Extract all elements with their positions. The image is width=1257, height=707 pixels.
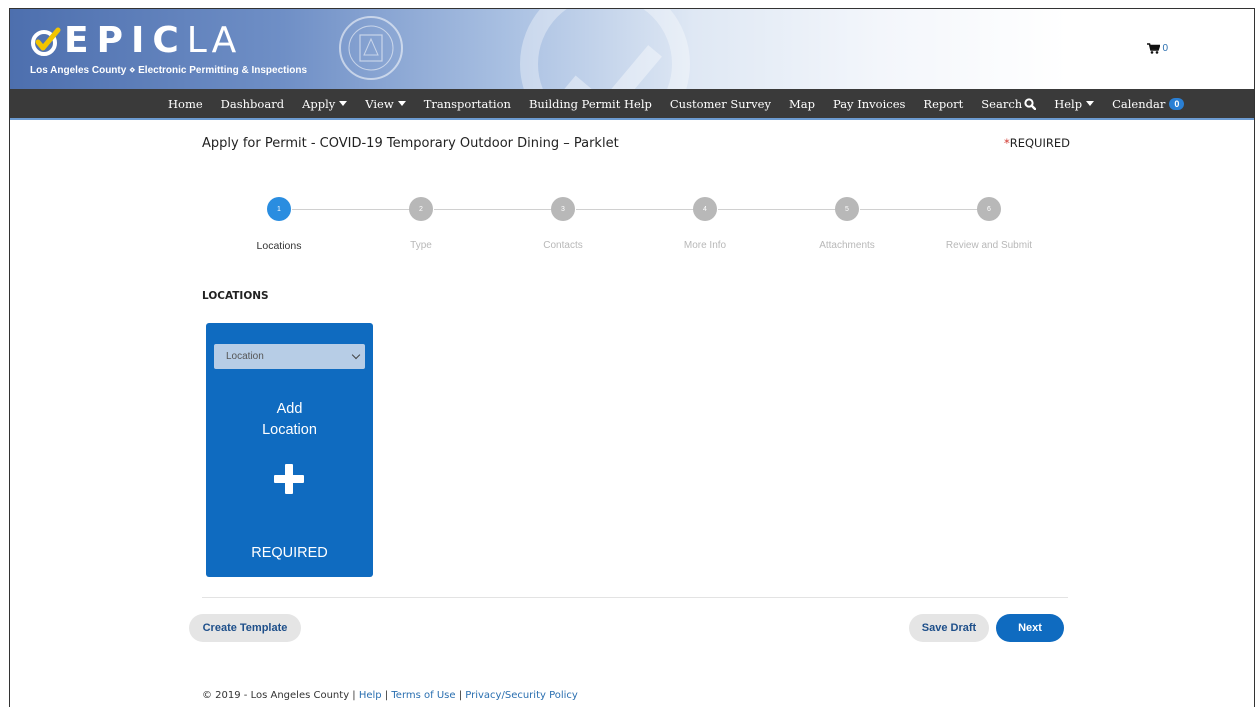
plus-icon[interactable] [274, 464, 304, 494]
caret-down-icon [397, 101, 406, 106]
nav-label: Transportation [423, 96, 511, 111]
add-location-title-line1: Add [276, 401, 303, 417]
site-logo[interactable]: EPICLA [30, 23, 240, 59]
locations-heading: LOCATIONS [202, 290, 269, 302]
nav-label: Calendar [1112, 96, 1166, 111]
location-select[interactable]: Location [214, 344, 365, 369]
next-button[interactable]: Next [996, 614, 1064, 642]
nav-customer-survey[interactable]: Customer Survey [670, 97, 771, 111]
county-seal-icon [339, 16, 403, 80]
chevron-down-icon [351, 350, 361, 360]
logo-epic: EPIC [64, 20, 187, 61]
nav-label: Dashboard [220, 96, 285, 111]
cart-count: 0 [1162, 43, 1168, 54]
step-2-label: Type [410, 240, 432, 251]
footer-copyright: © 2019 - Los Angeles County | [202, 690, 359, 701]
cart-icon [1147, 43, 1161, 54]
nav-label: Map [788, 96, 815, 111]
footer-separator: | [455, 690, 466, 701]
nav-label: Help [1054, 96, 1083, 111]
banner-watermark [520, 9, 690, 89]
footer-help-link[interactable]: Help [359, 690, 382, 701]
create-template-button[interactable]: Create Template [189, 614, 301, 642]
step-1-label: Locations [256, 240, 302, 252]
footer-separator: | [381, 690, 392, 701]
nav-transportation[interactable]: Transportation [424, 97, 511, 111]
nav-label: Report [923, 96, 964, 111]
step-3-circle[interactable]: 3 [551, 197, 575, 221]
cart-link[interactable]: 0 [1147, 43, 1168, 54]
step-connector [860, 209, 978, 210]
step-4-label: More Info [683, 240, 727, 251]
step-5-circle[interactable]: 5 [835, 197, 859, 221]
footer-privacy-link[interactable]: Privacy/Security Policy [465, 690, 578, 701]
nav-label: Customer Survey [669, 96, 771, 111]
progress-stepper: 1 2 3 4 5 6 Locations Type Contacts More… [10, 197, 1254, 267]
step-5-label: Attachments [819, 240, 875, 251]
logo-subtitle: Los Angeles County ⋄ Electronic Permitti… [30, 65, 308, 76]
card-required-label: REQUIRED [251, 545, 328, 561]
step-connector [292, 209, 411, 210]
footer-terms-link[interactable]: Terms of Use [391, 690, 455, 701]
nav-pay-invoices[interactable]: Pay Invoices [833, 97, 905, 111]
nav-label: View [365, 96, 394, 111]
step-1-circle[interactable]: 1 [267, 197, 291, 221]
caret-down-icon [339, 101, 348, 106]
logo-la: LA [186, 20, 241, 61]
checkmark-icon [31, 27, 61, 56]
step-2-circle[interactable]: 2 [409, 197, 433, 221]
header-banner: EPICLA Los Angeles County ⋄ Electronic P… [10, 9, 1254, 89]
page-title: Apply for Permit - COVID-19 Temporary Ou… [202, 136, 619, 151]
nav-calendar[interactable]: Calendar 0 [1112, 96, 1185, 111]
nav-label: Pay Invoices [832, 96, 906, 111]
required-label: REQUIRED [1009, 136, 1070, 150]
step-4-circle[interactable]: 4 [693, 197, 717, 221]
step-6-label: Review and Submit [945, 240, 1033, 251]
nav-map[interactable]: Map [789, 97, 815, 111]
caret-down-icon [1086, 101, 1095, 106]
nav-building-permit-help[interactable]: Building Permit Help [529, 97, 652, 111]
nav-label: Building Permit Help [528, 96, 652, 111]
divider [202, 597, 1068, 598]
search-icon [1024, 97, 1037, 110]
step-connector [434, 209, 552, 210]
location-select-value: Location [226, 351, 264, 362]
required-note: *REQUIRED [1004, 136, 1070, 150]
nav-apply[interactable]: Apply [302, 96, 348, 111]
nav-home[interactable]: Home [168, 97, 203, 111]
step-6-circle[interactable]: 6 [977, 197, 1001, 221]
nav-label: Search [981, 96, 1023, 111]
step-3-label: Contacts [543, 240, 583, 251]
step-connector [576, 209, 694, 210]
app-frame: EPICLA Los Angeles County ⋄ Electronic P… [9, 8, 1255, 707]
nav-help[interactable]: Help [1054, 96, 1095, 111]
nav-dashboard[interactable]: Dashboard [221, 97, 284, 111]
add-location-card[interactable]: Location Add Location REQUIRED [206, 323, 373, 577]
page-footer: © 2019 - Los Angeles County | Help | Ter… [202, 690, 578, 701]
nav-label: Apply [302, 96, 336, 111]
calendar-badge: 0 [1169, 97, 1185, 110]
nav-view[interactable]: View [365, 96, 406, 111]
nav-report[interactable]: Report [923, 97, 963, 111]
logo-wordmark: EPICLA [64, 23, 240, 59]
add-location-title: Add Location [206, 399, 373, 441]
add-location-title-line2: Location [262, 422, 317, 438]
nav-search[interactable]: Search [981, 96, 1037, 111]
step-connector [718, 209, 836, 210]
main-nav: Home Dashboard Apply View Transportation… [10, 89, 1254, 120]
nav-label: Home [168, 96, 203, 111]
save-draft-button[interactable]: Save Draft [909, 614, 989, 642]
